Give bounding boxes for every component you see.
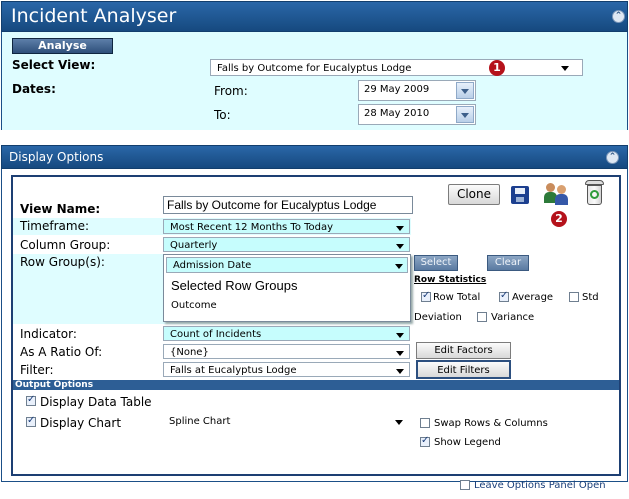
users-icon[interactable] [544, 183, 570, 205]
column-group-dropdown[interactable]: Quarterly [163, 237, 410, 252]
from-date-field[interactable]: 29 May 2009 [358, 80, 476, 101]
row-total-checkbox[interactable] [421, 290, 431, 302]
show-legend-checkbox[interactable] [420, 435, 430, 447]
clear-button[interactable]: Clear [487, 255, 529, 271]
row-total-label: Row Total [433, 292, 481, 303]
to-date-picker-button[interactable] [456, 106, 474, 123]
display-data-table-label: Display Data Table [40, 395, 152, 409]
display-chart-label: Display Chart [40, 416, 122, 430]
chevron-down-icon [396, 244, 404, 249]
chevron-down-icon [396, 351, 404, 356]
select-view-dropdown[interactable]: Falls by Outcome for Eucalyptus Lodge [210, 59, 583, 76]
timeframe-value: Most Recent 12 Months To Today [170, 222, 334, 233]
to-date-value: 28 May 2010 [364, 108, 430, 119]
variance-checkbox[interactable] [477, 312, 487, 322]
timeframe-dropdown[interactable]: Most Recent 12 Months To Today [163, 219, 410, 234]
std-label: Std [582, 292, 599, 303]
row-group-listbox[interactable]: Admission Date Selected Row Groups Outco… [163, 254, 411, 322]
app-title: Incident Analyser [11, 5, 177, 27]
column-group-value: Quarterly [170, 240, 218, 251]
callout-badge-1: 1 [489, 60, 505, 76]
output-options-header: Output Options [13, 380, 619, 390]
view-name-label: View Name: [20, 202, 101, 216]
view-name-input[interactable]: Falls by Outcome for Eucalyptus Lodge [163, 196, 413, 214]
display-data-table-checkbox[interactable] [26, 394, 36, 406]
indicator-label: Indicator: [20, 327, 77, 341]
indicator-dropdown[interactable]: Count of Incidents [163, 326, 410, 341]
swap-rows-columns-label: Swap Rows & Columns [434, 418, 548, 429]
filter-value: Falls at Eucalyptus Lodge [170, 365, 297, 376]
to-date-field[interactable]: 28 May 2010 [358, 104, 476, 125]
chevron-down-icon [461, 113, 469, 118]
chart-type-dropdown[interactable]: Spline Chart [163, 414, 410, 429]
chevron-down-icon [561, 66, 569, 71]
clone-button[interactable]: Clone [448, 184, 500, 205]
list-item-outcome[interactable]: Outcome [171, 300, 217, 311]
chevron-down-icon [396, 226, 404, 231]
ratio-value: {None} [170, 347, 209, 358]
show-legend-label: Show Legend [434, 437, 501, 448]
std-deviation-checkbox[interactable] [569, 292, 579, 302]
ratio-label: As A Ratio Of: [20, 345, 103, 359]
display-options-title: Display Options [9, 150, 104, 164]
column-group-label: Column Group: [20, 238, 111, 252]
recycle-bin-icon[interactable] [585, 180, 604, 206]
display-options-header: Display Options ⌃ [1, 145, 628, 169]
row-groups-label: Row Group(s): [20, 255, 105, 269]
timeframe-label: Timeframe: [20, 219, 89, 233]
analyse-button[interactable]: Analyse [12, 38, 113, 54]
to-label: To: [214, 108, 231, 122]
chevron-down-icon [396, 369, 404, 374]
chevron-down-icon [461, 89, 469, 94]
row-statistics-heading: Row Statistics [414, 275, 487, 285]
variance-label: Variance [491, 312, 535, 323]
chevron-down-icon [396, 333, 404, 338]
select-button[interactable]: Select [414, 255, 458, 271]
select-view-label: Select View: [12, 58, 96, 72]
leave-options-open-label[interactable]: Leave Options Panel Open [474, 480, 606, 491]
chevron-down-icon [395, 420, 403, 425]
display-chart-checkbox[interactable] [26, 415, 36, 427]
app-header: Incident Analyser ⌃ [1, 1, 628, 32]
row-group-dropdown[interactable]: Admission Date [166, 257, 408, 273]
swap-rows-columns-checkbox[interactable] [420, 418, 430, 428]
filter-dropdown[interactable]: Falls at Eucalyptus Lodge [163, 362, 410, 377]
edit-filters-button[interactable]: Edit Filters [416, 360, 511, 379]
from-date-value: 29 May 2009 [364, 84, 430, 95]
dates-label: Dates: [12, 82, 56, 96]
selected-row-groups-heading: Selected Row Groups [171, 278, 298, 293]
collapse-top-icon[interactable]: ⌃ [612, 10, 625, 23]
edit-factors-button[interactable]: Edit Factors [416, 342, 511, 359]
chevron-down-icon [395, 264, 403, 269]
average-label: Average [512, 292, 554, 303]
view-name-value: Falls by Outcome for Eucalyptus Lodge [167, 198, 377, 212]
filter-label: Filter: [20, 363, 54, 377]
ratio-dropdown[interactable]: {None} [163, 344, 410, 359]
row-group-value: Admission Date [173, 260, 252, 271]
chart-type-value: Spline Chart [169, 416, 231, 427]
select-view-value: Falls by Outcome for Eucalyptus Lodge [217, 63, 412, 74]
callout-badge-2: 2 [551, 211, 567, 227]
average-checkbox[interactable] [499, 290, 509, 302]
deviation-label: Deviation [414, 312, 462, 323]
indicator-value: Count of Incidents [170, 329, 262, 340]
from-label: From: [214, 84, 248, 98]
save-icon[interactable] [511, 186, 529, 204]
collapse-display-icon[interactable]: ⌃ [606, 151, 619, 164]
leave-options-open-checkbox[interactable] [460, 480, 470, 490]
from-date-picker-button[interactable] [456, 82, 474, 99]
